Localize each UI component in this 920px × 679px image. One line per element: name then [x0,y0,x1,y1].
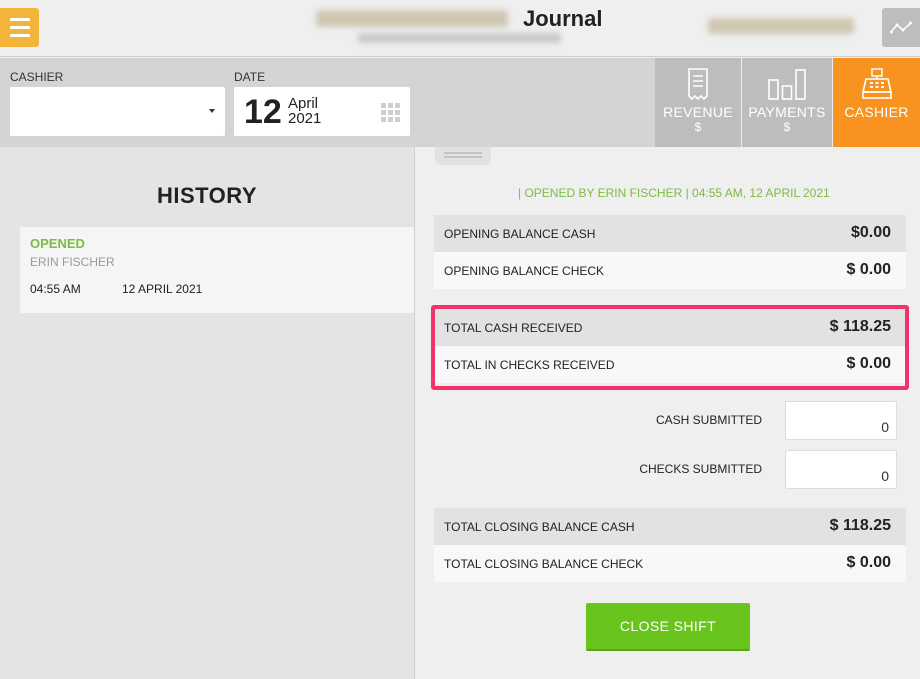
closing-balance-check-row: TOTAL CLOSING BALANCE CHECK $ 0.00 [434,545,906,582]
cash-register-icon [861,67,893,101]
redacted-user-info [708,18,854,34]
closing-balance-cash-row: TOTAL CLOSING BALANCE CASH $ 118.25 [434,508,906,545]
top-bar: Journal [0,0,920,57]
cashier-select[interactable] [10,87,225,136]
tab-revenue-label: REVENUE [663,104,733,120]
history-cashier-name: ERIN FISCHER [30,255,115,269]
closing-cash-label: TOTAL CLOSING BALANCE CASH [444,520,635,534]
history-time: 04:55 AM [30,282,81,296]
opening-cash-label: OPENING BALANCE CASH [444,227,596,241]
receipt-icon [687,67,709,101]
date-label: DATE [234,70,266,84]
tab-cashier[interactable]: CASHIER [833,58,920,147]
hamburger-menu-icon[interactable] [0,8,39,47]
redacted-venue-name [316,10,508,27]
tab-cashier-label: CASHIER [844,104,909,120]
dropdown-caret-icon [209,109,215,113]
filter-bar: CASHIER DATE 12 April 2021 [0,58,655,147]
history-title: HISTORY [156,183,258,208]
tab-payments-sub: $ [783,120,791,134]
cash-submitted-input[interactable] [785,401,897,440]
opening-check-label: OPENING BALANCE CHECK [444,264,605,278]
drag-handle[interactable] [435,147,491,165]
history-pane: HISTORY OPENED ERIN FISCHER 04:55 AM 12 … [0,147,414,679]
tab-payments[interactable]: PAYMENTS $ [742,58,832,147]
cashier-label: CASHIER [10,70,64,84]
calendar-grid-icon[interactable] [381,103,400,122]
history-status: OPENED [30,236,85,251]
closing-check-label: TOTAL CLOSING BALANCE CHECK [444,557,644,571]
checks-submitted-input[interactable] [785,450,897,489]
received-totals-highlight [431,305,909,390]
trend-line-icon[interactable] [882,8,920,47]
opening-balance-cash-row: OPENING BALANCE CASH $0.00 [434,215,906,252]
close-shift-button[interactable]: CLOSE SHIFT [586,603,750,651]
checks-submitted-label: CHECKS SUBMITTED [639,462,762,476]
date-year: 2021 [288,110,322,127]
bar-chart-icon [767,67,807,101]
page-title: Journal [523,6,603,31]
tab-payments-label: PAYMENTS [748,104,826,120]
opening-cash-value: $0.00 [850,224,891,241]
history-date: 12 APRIL 2021 [122,282,203,296]
tab-revenue-sub: $ [694,120,702,134]
date-month: April [288,95,319,112]
opened-by-text: | OPENED BY ERIN FISCHER | 04:55 AM, 12 … [518,186,830,200]
tab-revenue[interactable]: REVENUE $ [655,58,741,147]
cash-submitted-label: CASH SUBMITTED [655,413,762,427]
history-entry[interactable]: OPENED ERIN FISCHER 04:55 AM 12 APRIL 20… [20,227,414,313]
date-picker[interactable]: 12 April 2021 [234,87,410,136]
opening-check-value: $ 0.00 [846,261,891,278]
closing-cash-value: $ 118.25 [829,517,891,534]
closing-check-value: $ 0.00 [846,554,891,571]
redacted-venue-subtitle [358,33,561,43]
opening-balance-check-row: OPENING BALANCE CHECK $ 0.00 [434,252,906,289]
date-day: 12 [244,93,282,131]
